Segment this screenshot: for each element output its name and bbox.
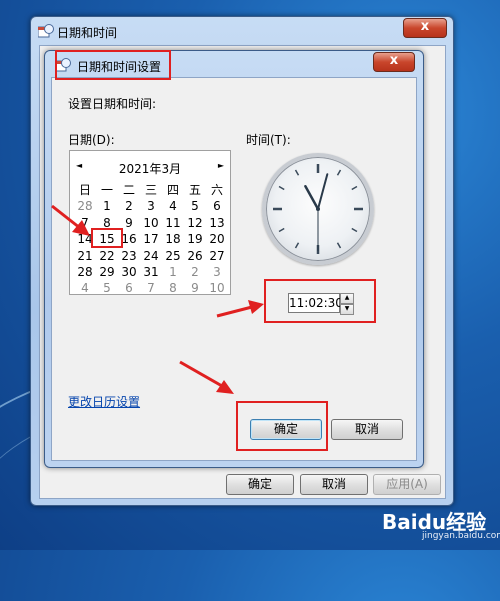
arrow-annotation [179,360,234,394]
watermark-url: jingyan.baidu.com [422,531,500,541]
annotation-arrows [51,204,264,394]
arrow-annotation [216,300,264,318]
arrow-annotation [51,204,90,236]
